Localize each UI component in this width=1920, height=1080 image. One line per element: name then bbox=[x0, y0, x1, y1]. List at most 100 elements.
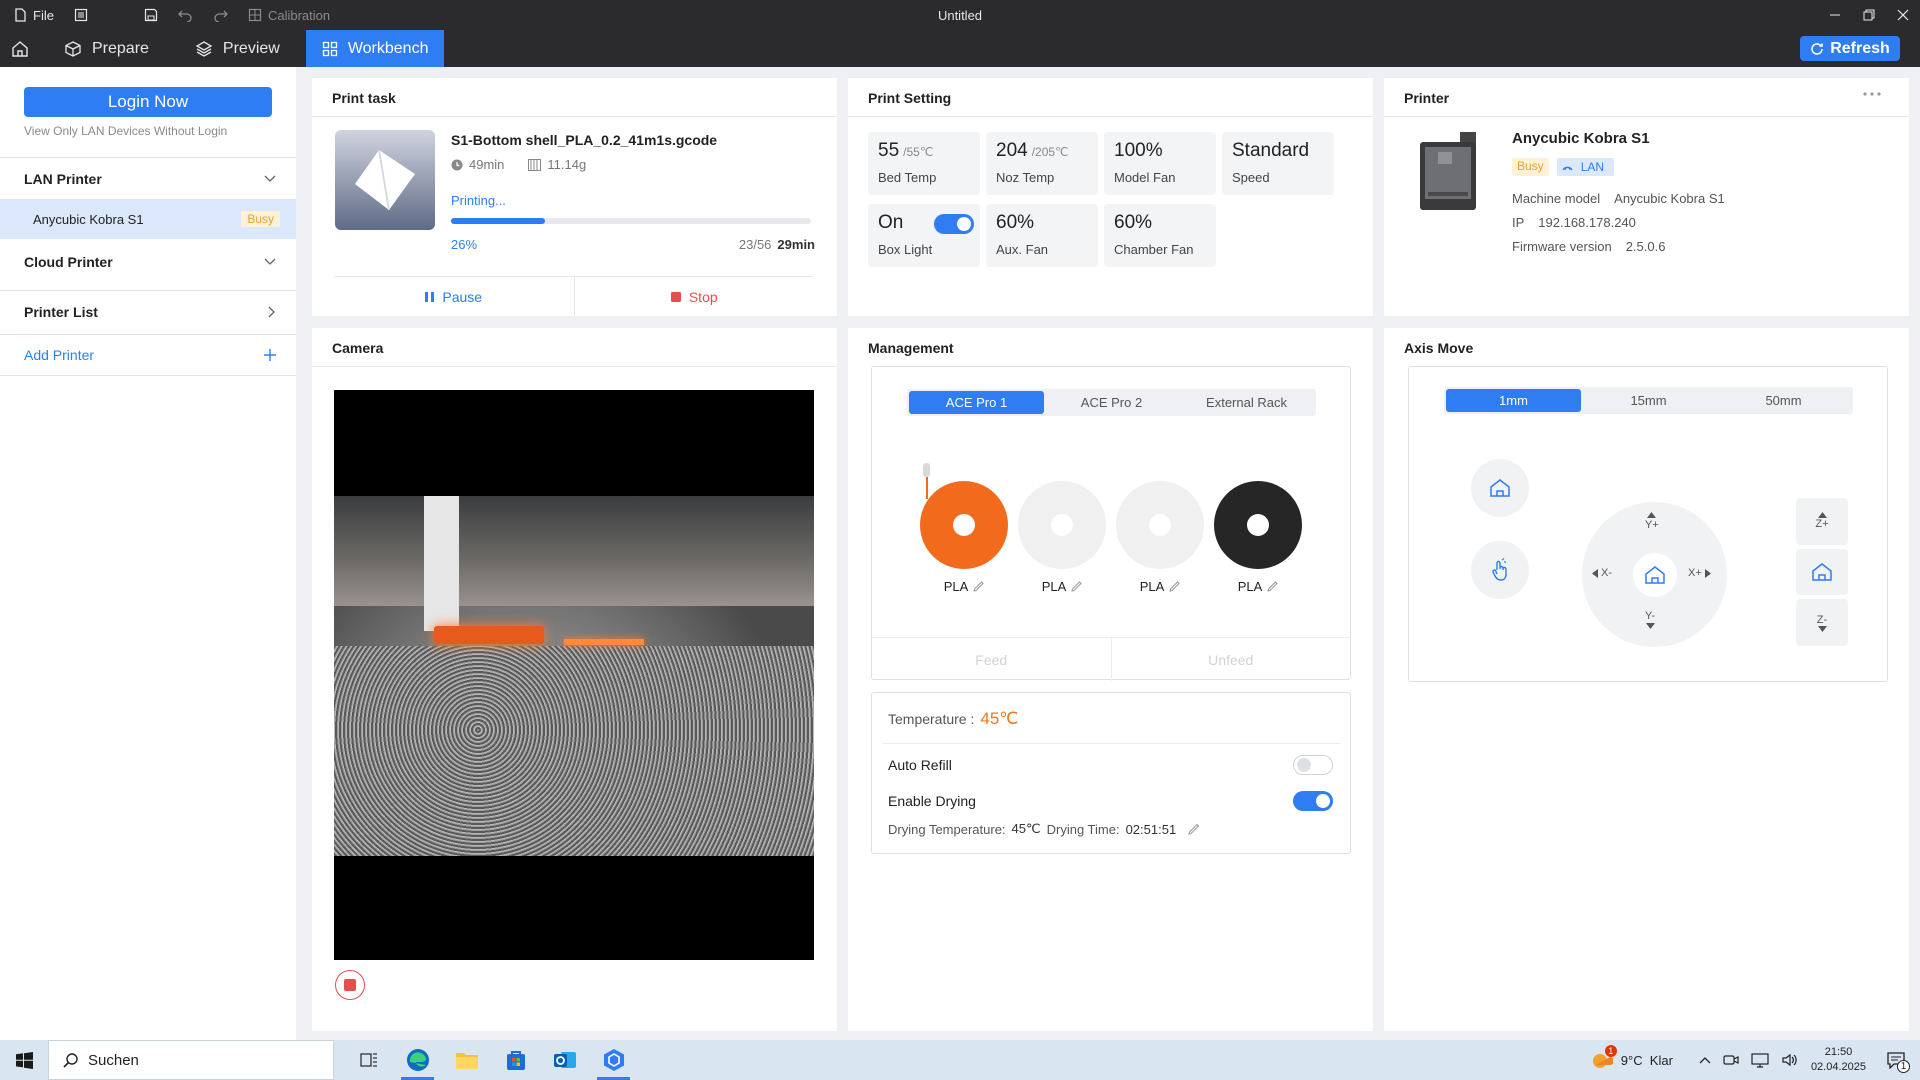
aux-fan-tile[interactable]: 60% Aux. Fan bbox=[986, 204, 1098, 267]
network-icon[interactable] bbox=[1751, 1052, 1769, 1068]
tab-ace-pro-2[interactable]: ACE Pro 2 bbox=[1044, 391, 1179, 414]
ip-key: IP bbox=[1512, 215, 1525, 230]
menu-list-button[interactable] bbox=[74, 8, 88, 22]
close-button[interactable] bbox=[1886, 0, 1920, 30]
spool-slot-4[interactable] bbox=[1214, 481, 1302, 569]
taskbar-search[interactable]: Suchen bbox=[48, 1040, 334, 1080]
record-stop-button[interactable] bbox=[335, 970, 365, 1000]
chevron-up-icon[interactable] bbox=[1699, 1056, 1711, 1064]
progress-fill bbox=[451, 218, 545, 224]
refresh-button[interactable]: Refresh bbox=[1800, 36, 1900, 61]
start-button[interactable] bbox=[0, 1040, 48, 1080]
store-button[interactable] bbox=[491, 1040, 540, 1080]
edge-browser-button[interactable] bbox=[393, 1040, 442, 1080]
spool-1-label[interactable]: PLA bbox=[920, 579, 1008, 594]
tab-external-rack[interactable]: External Rack bbox=[1179, 391, 1314, 414]
home-icon bbox=[1644, 565, 1665, 584]
home-center-button[interactable] bbox=[1632, 552, 1677, 597]
slicer-app-icon bbox=[603, 1049, 624, 1071]
notification-center-button[interactable]: 1 bbox=[1886, 1051, 1910, 1073]
auto-refill-toggle[interactable] bbox=[1293, 755, 1333, 775]
stop-button[interactable]: Stop bbox=[575, 277, 815, 316]
tab-preview[interactable]: Preview bbox=[179, 30, 296, 67]
bed-temp-tile[interactable]: 55/55℃ Bed Temp bbox=[868, 132, 980, 195]
cloud-printer-section[interactable]: Cloud Printer bbox=[0, 245, 296, 279]
y-plus-button[interactable]: Y+ bbox=[1645, 512, 1659, 531]
outlook-button[interactable] bbox=[540, 1040, 589, 1080]
temperature-label: Temperature : bbox=[888, 711, 975, 727]
pause-button[interactable]: Pause bbox=[334, 277, 575, 316]
camera-panel: Camera bbox=[312, 328, 837, 1031]
z-plus-button[interactable]: Z+ bbox=[1796, 498, 1848, 545]
filament-feed-indicator bbox=[923, 463, 930, 477]
more-icon bbox=[1863, 92, 1881, 96]
calibration-button[interactable]: Calibration bbox=[248, 8, 330, 23]
record-stop-icon bbox=[344, 979, 356, 991]
file-menu[interactable]: File bbox=[14, 8, 54, 23]
tab-prepare[interactable]: Prepare bbox=[48, 30, 165, 67]
z-minus-button[interactable]: Z- bbox=[1796, 599, 1848, 647]
pause-label: Pause bbox=[442, 288, 483, 305]
step-1mm[interactable]: 1mm bbox=[1446, 389, 1581, 412]
spool-4-label[interactable]: PLA bbox=[1214, 579, 1302, 594]
lan-printer-section[interactable]: LAN Printer bbox=[0, 157, 296, 199]
nozzle-temp-tile[interactable]: 204/205℃ Noz Temp bbox=[986, 132, 1098, 195]
home-icon bbox=[12, 40, 28, 57]
more-options-button[interactable] bbox=[1863, 92, 1881, 96]
cube-icon bbox=[65, 40, 81, 57]
manual-move-button[interactable] bbox=[1471, 541, 1529, 599]
home-xy-button[interactable] bbox=[1471, 459, 1529, 517]
layers-icon bbox=[195, 40, 213, 57]
spool-2-label[interactable]: PLA bbox=[1018, 579, 1106, 594]
login-button[interactable]: Login Now bbox=[24, 87, 272, 117]
sidebar-device-kobra-s1[interactable]: Anycubic Kobra S1 Busy bbox=[0, 199, 296, 239]
refresh-icon bbox=[1811, 42, 1824, 55]
home-button[interactable] bbox=[0, 30, 40, 67]
minimize-button[interactable] bbox=[1818, 0, 1852, 30]
task-view-icon bbox=[359, 1053, 377, 1067]
redo-button[interactable] bbox=[213, 8, 228, 22]
undo-button[interactable] bbox=[178, 8, 193, 22]
edit-drying-icon[interactable] bbox=[1188, 823, 1200, 835]
maximize-button[interactable] bbox=[1852, 0, 1886, 30]
unfeed-button[interactable]: Unfeed bbox=[1112, 638, 1351, 681]
x-minus-button[interactable]: X- bbox=[1592, 567, 1612, 579]
tab-ace-pro-1[interactable]: ACE Pro 1 bbox=[909, 391, 1044, 414]
box-light-toggle[interactable] bbox=[934, 214, 974, 234]
speed-value: Standard bbox=[1232, 140, 1310, 161]
tab-preview-label: Preview bbox=[222, 39, 280, 57]
x-plus-button[interactable]: X+ bbox=[1688, 567, 1711, 579]
model-fan-tile[interactable]: 100% Model Fan bbox=[1104, 132, 1216, 195]
volume-icon[interactable] bbox=[1781, 1052, 1799, 1068]
y-minus-label: Y- bbox=[1645, 610, 1655, 622]
gcode-filename: S1-Bottom shell_PLA_0.2_41m1s.gcode bbox=[451, 132, 718, 148]
windows-logo-icon bbox=[15, 1051, 33, 1069]
clock-time: 21:50 bbox=[1824, 1046, 1853, 1058]
chamber-fan-tile[interactable]: 60% Chamber Fan bbox=[1104, 204, 1216, 267]
home-z-button[interactable] bbox=[1796, 548, 1848, 596]
printer-list-section[interactable]: Printer List bbox=[0, 290, 296, 332]
weather-widget[interactable]: 1 9°C Klar bbox=[1591, 1045, 1673, 1069]
step-50mm[interactable]: 50mm bbox=[1716, 389, 1851, 412]
aux-fan-value: 60% bbox=[996, 212, 1035, 233]
enable-drying-toggle[interactable] bbox=[1293, 791, 1333, 811]
add-printer-row[interactable]: Add Printer bbox=[0, 334, 296, 376]
feed-button[interactable]: Feed bbox=[872, 638, 1112, 681]
speed-tile[interactable]: Standard Speed bbox=[1222, 132, 1334, 195]
filament-icon bbox=[528, 158, 542, 171]
spool-slot-2[interactable] bbox=[1018, 481, 1106, 569]
meet-now-icon[interactable] bbox=[1723, 1053, 1739, 1067]
save-button[interactable] bbox=[144, 8, 158, 22]
anycubic-slicer-button[interactable] bbox=[589, 1040, 638, 1080]
spool-3-label[interactable]: PLA bbox=[1116, 579, 1204, 594]
system-clock[interactable]: 21:50 02.04.2025 bbox=[1811, 1045, 1866, 1075]
file-explorer-button[interactable] bbox=[442, 1040, 491, 1080]
spool-1-material: PLA bbox=[943, 579, 969, 594]
task-view-button[interactable] bbox=[344, 1040, 393, 1080]
step-15mm[interactable]: 15mm bbox=[1581, 389, 1716, 412]
spool-slot-1[interactable] bbox=[920, 481, 1008, 569]
spool-slot-3[interactable] bbox=[1116, 481, 1204, 569]
tab-workbench[interactable]: Workbench bbox=[305, 30, 445, 67]
y-minus-button[interactable]: Y- bbox=[1645, 610, 1655, 629]
management-title: Management bbox=[868, 340, 954, 356]
